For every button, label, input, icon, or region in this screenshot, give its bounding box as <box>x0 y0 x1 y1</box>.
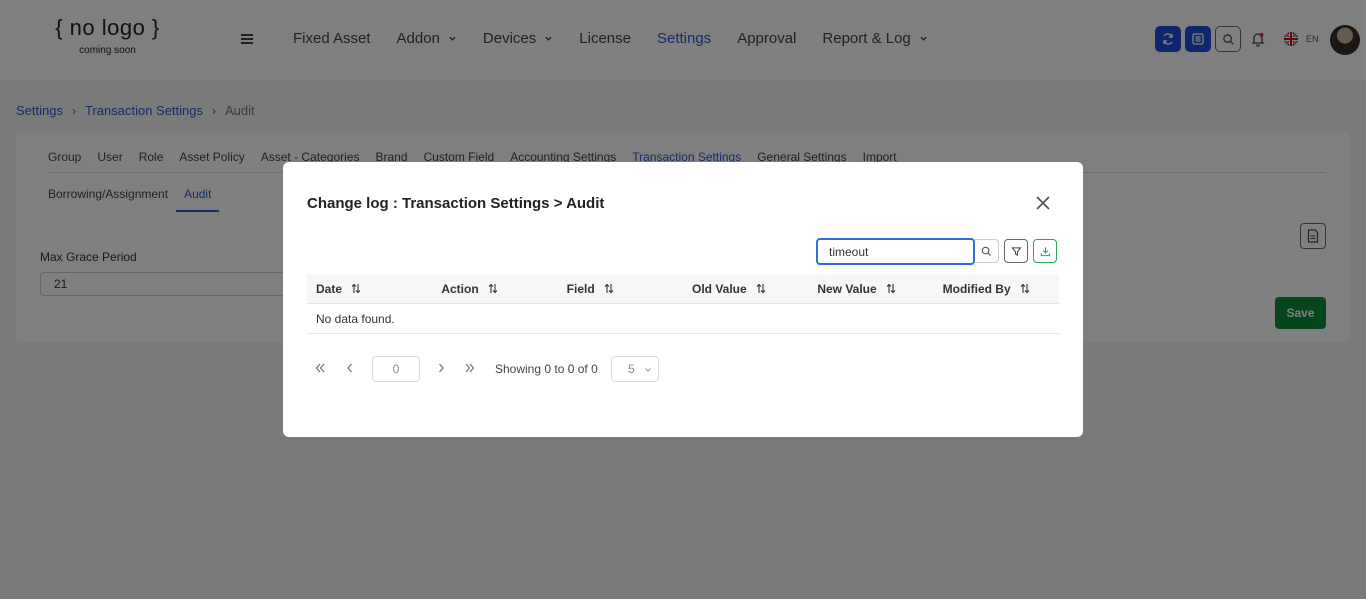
empty-state-row: No data found. <box>307 304 1059 334</box>
sort-icon <box>488 283 498 294</box>
download-icon <box>1040 246 1050 256</box>
search-submit-button[interactable] <box>975 239 999 263</box>
modal-title: Change log : Transaction Settings > Audi… <box>307 195 605 212</box>
sort-icon <box>756 283 766 294</box>
column-new-value[interactable]: New Value <box>808 274 933 303</box>
first-page-icon[interactable] <box>313 361 327 375</box>
filter-icon <box>1010 246 1022 256</box>
sort-icon <box>351 283 361 294</box>
sort-icon <box>1020 283 1030 294</box>
column-label: New Value <box>817 281 877 296</box>
export-button[interactable] <box>1033 239 1057 263</box>
close-icon[interactable] <box>1033 193 1053 213</box>
sort-icon <box>604 283 614 294</box>
change-log-modal: Change log : Transaction Settings > Audi… <box>283 162 1083 437</box>
chevron-down-icon <box>645 368 651 372</box>
last-page-icon[interactable] <box>463 361 477 375</box>
column-old-value[interactable]: Old Value <box>683 274 808 303</box>
search-icon <box>981 246 992 256</box>
page-size-select[interactable]: 5 <box>611 356 659 382</box>
column-label: Field <box>566 281 595 296</box>
column-date[interactable]: Date <box>307 274 432 303</box>
column-field[interactable]: Field <box>558 274 683 303</box>
column-label: Date <box>316 281 343 296</box>
pagination: 0 Showing 0 to 0 of 0 5 <box>313 354 673 382</box>
column-label: Modified By <box>942 281 1011 296</box>
column-action[interactable]: Action <box>432 274 557 303</box>
page-number-input[interactable]: 0 <box>372 356 420 382</box>
filter-button[interactable] <box>1004 239 1028 263</box>
showing-text: Showing 0 to 0 of 0 <box>495 362 598 376</box>
prev-page-icon[interactable] <box>343 361 357 375</box>
column-label: Old Value <box>691 281 747 296</box>
search-input[interactable] <box>816 238 975 265</box>
next-page-icon[interactable] <box>434 361 448 375</box>
column-label: Action <box>441 281 479 296</box>
page-size-value: 5 <box>628 362 635 376</box>
sort-icon <box>886 283 896 294</box>
column-modified-by[interactable]: Modified By <box>934 274 1059 303</box>
change-log-table: Date Action Field Old Value New Value Mo… <box>307 274 1059 334</box>
table-header: Date Action Field Old Value New Value Mo… <box>307 274 1059 304</box>
